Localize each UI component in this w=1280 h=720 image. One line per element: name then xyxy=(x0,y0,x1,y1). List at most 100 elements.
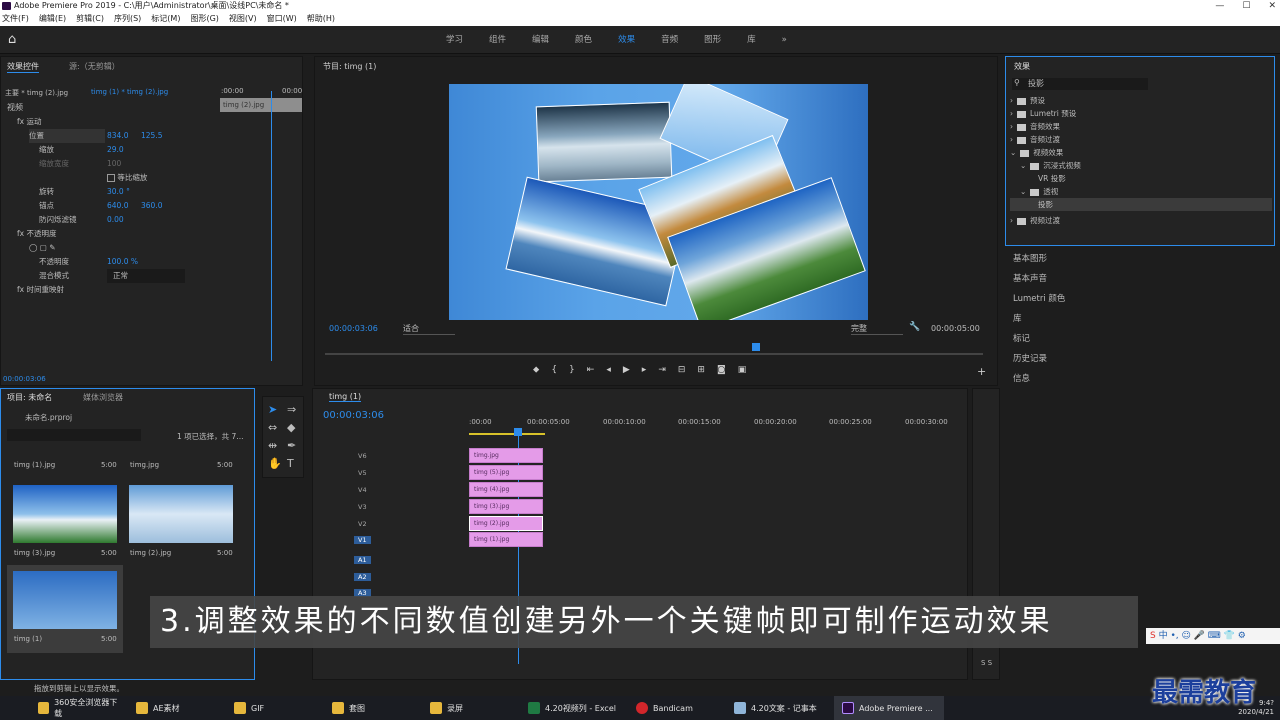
effect-item-drop-shadow[interactable]: 投影 xyxy=(1038,200,1053,209)
tab-source[interactable]: 源:（无剪辑） xyxy=(69,61,120,72)
panel-libraries[interactable]: 库 xyxy=(1013,312,1022,324)
panel-lumetri-color[interactable]: Lumetri 颜色 xyxy=(1013,292,1065,304)
anchor-x-value[interactable]: 640.0 xyxy=(107,199,128,213)
step-back-icon[interactable]: ◂ xyxy=(606,365,623,375)
start-button[interactable] xyxy=(0,696,30,720)
thumb-timg2[interactable] xyxy=(129,485,233,543)
effect-item-vr-projection[interactable]: VR 投影 xyxy=(1038,174,1066,183)
tab-project[interactable]: 项目: 未命名 xyxy=(7,392,52,403)
blend-mode-select[interactable]: 正常 xyxy=(107,269,185,283)
ellipse-mask-icon[interactable]: ◯ xyxy=(29,243,37,252)
compare-icon[interactable]: ▣ xyxy=(738,365,759,375)
menu-markers[interactable]: 标记(M) xyxy=(151,12,180,26)
panel-markers[interactable]: 标记 xyxy=(1013,332,1030,344)
tab-effect-controls[interactable]: 效果控件 xyxy=(7,61,39,73)
taskbar-item[interactable]: 套图 xyxy=(324,696,422,720)
more-workspaces-icon[interactable]: » xyxy=(782,26,787,54)
track-label[interactable]: V4 xyxy=(358,486,367,494)
mini-clip-bar[interactable]: timg (2).jpg xyxy=(220,98,302,112)
extract-icon[interactable]: ⊞ xyxy=(697,365,717,375)
go-to-in-icon[interactable]: ⇤ xyxy=(587,365,607,375)
effect-item-presets[interactable]: 预设 xyxy=(1030,96,1045,105)
pen-tool-icon[interactable]: ✒ xyxy=(287,437,296,455)
program-tab[interactable]: 节目: timg (1) xyxy=(323,61,376,72)
timeline-clip[interactable]: timg (4).jpg xyxy=(469,482,543,497)
fx-badge-time[interactable]: fx xyxy=(17,285,24,294)
anchor-y-value[interactable]: 360.0 xyxy=(141,199,162,213)
selection-tool-icon[interactable]: ➤ xyxy=(268,401,277,419)
sequence-clip-label[interactable]: timg (1) * timg (2).jpg xyxy=(91,88,168,96)
scale-value[interactable]: 29.0 xyxy=(107,143,124,157)
lift-icon[interactable]: ⊟ xyxy=(678,365,698,375)
mark-in-icon[interactable]: { xyxy=(551,365,569,375)
razor-tool-icon[interactable]: ⇹ xyxy=(268,437,277,455)
fit-select[interactable]: 适合 xyxy=(403,323,455,335)
work-area-bar[interactable] xyxy=(469,433,545,435)
taskbar-item[interactable]: AE素材 xyxy=(128,696,226,720)
taskbar-item[interactable]: 4.20文案 - 记事本 xyxy=(726,696,834,720)
razor-icon[interactable]: ◆ xyxy=(287,419,295,437)
go-to-out-icon[interactable]: ⇥ xyxy=(658,365,678,375)
add-button-icon[interactable]: + xyxy=(977,365,986,378)
camera-icon[interactable]: ◙ xyxy=(717,365,738,375)
timeline-clip[interactable]: timg (3).jpg xyxy=(469,499,543,514)
menu-edit[interactable]: 编辑(E) xyxy=(39,12,66,26)
effect-item-lumetri[interactable]: Lumetri 预设 xyxy=(1030,109,1076,118)
fx-badge-opacity[interactable]: fx xyxy=(17,229,24,238)
menu-view[interactable]: 视图(V) xyxy=(229,12,257,26)
ws-libraries[interactable]: 库 xyxy=(747,26,756,54)
ws-graphics[interactable]: 图形 xyxy=(704,26,721,54)
effect-item-perspective[interactable]: 透视 xyxy=(1043,187,1058,196)
menu-clip[interactable]: 剪辑(C) xyxy=(76,12,104,26)
ws-audio[interactable]: 音频 xyxy=(661,26,678,54)
panel-essential-graphics[interactable]: 基本图形 xyxy=(1013,252,1047,264)
project-search-input[interactable] xyxy=(7,429,141,441)
type-tool-icon[interactable]: T xyxy=(287,455,294,473)
taskbar-item[interactable]: GIF xyxy=(226,696,324,720)
thumb-sequence[interactable] xyxy=(13,571,117,629)
track-label[interactable]: V2 xyxy=(358,520,367,528)
chevron-icon[interactable]: › xyxy=(1010,96,1013,105)
menu-window[interactable]: 窗口(W) xyxy=(267,12,297,26)
pen-mask-icon[interactable]: ✎ xyxy=(49,243,55,252)
effects-search-input[interactable]: 投影 xyxy=(1012,78,1148,90)
track-label[interactable]: V5 xyxy=(358,469,367,477)
effect-item-audio-transitions[interactable]: 音频过渡 xyxy=(1030,135,1060,144)
track-label[interactable]: V3 xyxy=(358,503,367,511)
ws-learn[interactable]: 学习 xyxy=(446,26,463,54)
track-select-icon[interactable]: ⇒ xyxy=(287,401,296,419)
program-video-frame[interactable] xyxy=(449,84,868,320)
rect-mask-icon[interactable]: ▢ xyxy=(40,243,47,252)
fx-badge[interactable]: fx xyxy=(17,117,24,126)
timeline-timecode[interactable]: 00:00:03:06 xyxy=(323,410,384,421)
quality-select[interactable]: 完整 xyxy=(851,323,903,335)
ws-color[interactable]: 颜色 xyxy=(575,26,592,54)
track-label-active[interactable]: V1 xyxy=(354,536,371,544)
position-x-value[interactable]: 834.0 xyxy=(107,129,128,143)
menu-file[interactable]: 文件(F) xyxy=(2,12,29,26)
effect-item-immersive[interactable]: 沉浸式视频 xyxy=(1043,161,1081,170)
menu-sequence[interactable]: 序列(S) xyxy=(114,12,141,26)
panel-essential-sound[interactable]: 基本声音 xyxy=(1013,272,1047,284)
menu-help[interactable]: 帮助(H) xyxy=(307,12,335,26)
opacity-value[interactable]: 100.0 % xyxy=(107,255,138,269)
playhead-line[interactable] xyxy=(271,91,272,361)
timeline-clip[interactable]: timg (1).jpg xyxy=(469,532,543,547)
effect-item-audio-effects[interactable]: 音频效果 xyxy=(1030,122,1060,131)
program-timecode[interactable]: 00:00:03:06 xyxy=(329,324,378,333)
maximize-button[interactable]: ☐ xyxy=(1242,0,1250,12)
mark-out-icon[interactable]: } xyxy=(569,365,587,375)
position-y-value[interactable]: 125.5 xyxy=(141,129,162,143)
timeline-clip[interactable]: timg (5).jpg xyxy=(469,465,543,480)
timeline-tab[interactable]: timg (1) xyxy=(329,392,362,402)
panel-history[interactable]: 历史记录 xyxy=(1013,352,1047,364)
add-marker-icon[interactable]: ⬥ xyxy=(533,365,551,375)
timeline-clip[interactable]: timg.jpg xyxy=(469,448,543,463)
program-scrub-bar[interactable] xyxy=(325,353,983,355)
timeline-playhead-handle[interactable] xyxy=(514,428,522,436)
taskbar-item[interactable]: 录屏 xyxy=(422,696,520,720)
effect-item-video-transitions[interactable]: 视频过渡 xyxy=(1030,216,1060,225)
ime-toolbar[interactable]: S 中 •, ☺ 🎤 ⌨ 👕 ⚙ xyxy=(1146,628,1280,644)
ws-assembly[interactable]: 组件 xyxy=(489,26,506,54)
antiflicker-value[interactable]: 0.00 xyxy=(107,213,124,227)
